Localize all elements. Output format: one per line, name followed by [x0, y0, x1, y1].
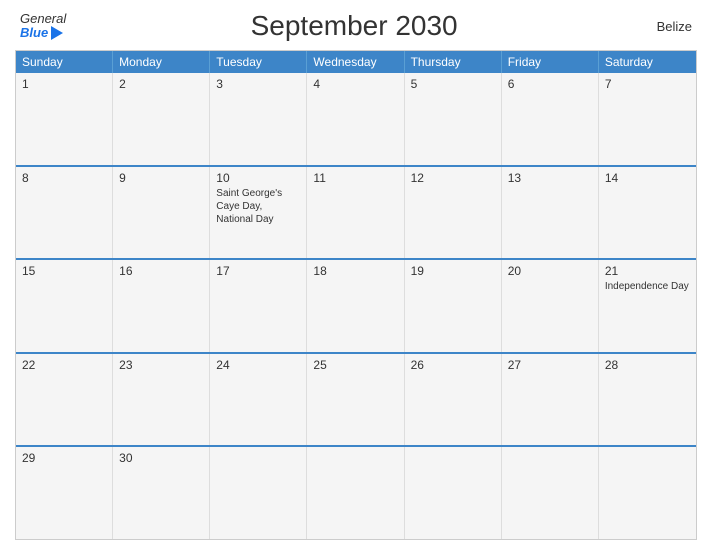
day-cell-w2-d2: 17: [210, 260, 307, 352]
week-row-3: 22 23 24 25 26 27 28: [16, 352, 696, 446]
day-cell-w1-d0: 8: [16, 167, 113, 259]
day-cell-w2-d5: 20: [502, 260, 599, 352]
calendar-grid: Sunday Monday Tuesday Wednesday Thursday…: [15, 50, 697, 540]
day-cell-w0-d3: 4: [307, 73, 404, 165]
header-thursday: Thursday: [405, 51, 502, 73]
day-number: 25: [313, 358, 397, 372]
day-cell-w0-d5: 6: [502, 73, 599, 165]
day-cell-w2-d1: 16: [113, 260, 210, 352]
day-cell-w1-d5: 13: [502, 167, 599, 259]
day-number: 24: [216, 358, 300, 372]
day-number: 3: [216, 77, 300, 91]
day-cell-w2-d3: 18: [307, 260, 404, 352]
day-cell-w4-d0: 29: [16, 447, 113, 539]
day-cell-w3-d3: 25: [307, 354, 404, 446]
day-cell-w0-d2: 3: [210, 73, 307, 165]
day-number: 6: [508, 77, 592, 91]
day-number: 4: [313, 77, 397, 91]
day-cell-w1-d2: 10 Saint George's Caye Day, National Day: [210, 167, 307, 259]
header-monday: Monday: [113, 51, 210, 73]
day-cell-w3-d5: 27: [502, 354, 599, 446]
header-saturday: Saturday: [599, 51, 696, 73]
header-sunday: Sunday: [16, 51, 113, 73]
day-number: 30: [119, 451, 203, 465]
header-wednesday: Wednesday: [307, 51, 404, 73]
day-number: 5: [411, 77, 495, 91]
week-row-4: 29 30: [16, 445, 696, 539]
header-friday: Friday: [502, 51, 599, 73]
day-cell-w0-d1: 2: [113, 73, 210, 165]
country-label: Belize: [642, 19, 692, 34]
day-number: 22: [22, 358, 106, 372]
day-number: 10: [216, 171, 300, 185]
day-cell-w4-d5: [502, 447, 599, 539]
calendar-container: General Blue September 2030 Belize Sunda…: [0, 0, 712, 550]
day-number: 16: [119, 264, 203, 278]
day-cell-w1-d6: 14: [599, 167, 696, 259]
day-cell-w4-d2: [210, 447, 307, 539]
day-number: 19: [411, 264, 495, 278]
day-cell-w4-d6: [599, 447, 696, 539]
logo: General Blue: [20, 12, 66, 41]
day-cell-w2-d6: 21 Independence Day: [599, 260, 696, 352]
calendar-header: General Blue September 2030 Belize: [15, 10, 697, 42]
day-number: 11: [313, 171, 397, 185]
day-cell-w4-d1: 30: [113, 447, 210, 539]
day-cell-w0-d0: 1: [16, 73, 113, 165]
day-number: 13: [508, 171, 592, 185]
day-number: 18: [313, 264, 397, 278]
day-number: 1: [22, 77, 106, 91]
day-number: 27: [508, 358, 592, 372]
day-number: 29: [22, 451, 106, 465]
day-cell-w4-d3: [307, 447, 404, 539]
logo-icon: [48, 26, 63, 40]
day-cell-w3-d6: 28: [599, 354, 696, 446]
day-number: 26: [411, 358, 495, 372]
month-title: September 2030: [66, 10, 642, 42]
weeks-container: 12345678910Saint George's Caye Day, Nati…: [16, 73, 696, 539]
day-cell-w4-d4: [405, 447, 502, 539]
day-cell-w3-d4: 26: [405, 354, 502, 446]
day-number: 2: [119, 77, 203, 91]
day-cell-w0-d6: 7: [599, 73, 696, 165]
day-number: 20: [508, 264, 592, 278]
day-cell-w1-d4: 12: [405, 167, 502, 259]
day-number: 12: [411, 171, 495, 185]
day-cell-w3-d2: 24: [210, 354, 307, 446]
day-number: 15: [22, 264, 106, 278]
day-number: 8: [22, 171, 106, 185]
logo-general-text: General: [20, 12, 66, 26]
day-number: 28: [605, 358, 690, 372]
event-text: Saint George's Caye Day, National Day: [216, 187, 300, 226]
day-number: 9: [119, 171, 203, 185]
day-number: 23: [119, 358, 203, 372]
day-cell-w2-d4: 19: [405, 260, 502, 352]
event-text: Independence Day: [605, 280, 690, 293]
day-number: 21: [605, 264, 690, 278]
header-tuesday: Tuesday: [210, 51, 307, 73]
day-cell-w2-d0: 15: [16, 260, 113, 352]
day-cell-w1-d3: 11: [307, 167, 404, 259]
day-cell-w3-d0: 22: [16, 354, 113, 446]
logo-blue-text: Blue: [20, 26, 48, 40]
day-cell-w3-d1: 23: [113, 354, 210, 446]
week-row-1: 89 10 Saint George's Caye Day, National Da…: [16, 165, 696, 259]
day-headers-row: Sunday Monday Tuesday Wednesday Thursday…: [16, 51, 696, 73]
day-number: 7: [605, 77, 690, 91]
day-cell-w1-d1: 9: [113, 167, 210, 259]
week-row-0: 1234567: [16, 73, 696, 165]
week-row-2: 15 16 17 18 19 20 21 Independence Day: [16, 258, 696, 352]
day-number: 17: [216, 264, 300, 278]
day-number: 14: [605, 171, 690, 185]
day-cell-w0-d4: 5: [405, 73, 502, 165]
